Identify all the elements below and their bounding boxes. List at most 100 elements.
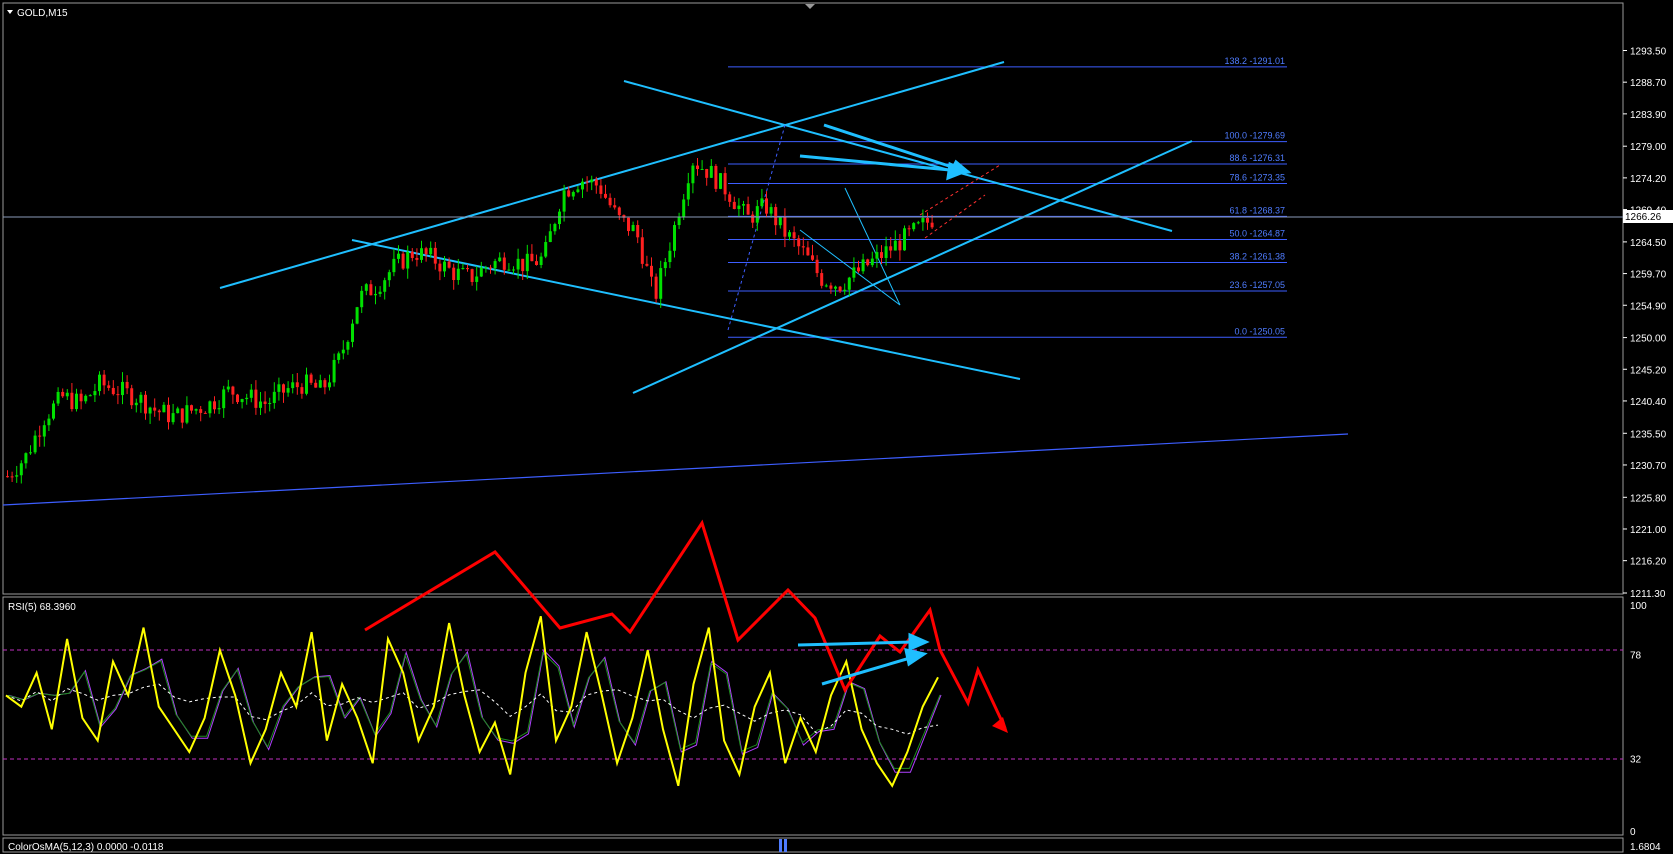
candle-body	[820, 273, 824, 286]
candle-body	[870, 258, 874, 266]
candle-body	[107, 385, 111, 388]
candle-body	[792, 232, 796, 239]
candle-body	[847, 277, 851, 290]
arrow-line	[797, 640, 913, 647]
candle-body	[617, 207, 621, 216]
candle-body	[930, 222, 934, 228]
candle-body	[696, 165, 699, 170]
price-tick-label: 1254.90	[1630, 301, 1667, 312]
candle-body	[295, 382, 299, 388]
candle-body	[277, 384, 281, 392]
candle-body	[406, 251, 410, 269]
fib-level-label: 0.0 -1250.05	[1234, 326, 1285, 336]
candle-body	[433, 247, 437, 264]
candle-body	[226, 386, 230, 390]
candle-body	[700, 169, 704, 171]
candle-body	[774, 207, 778, 226]
wedge-thin-lines	[727, 124, 901, 331]
fib-level-label: 38.2 -1261.38	[1229, 251, 1285, 261]
candle-body	[714, 165, 718, 189]
candle-body	[199, 409, 203, 413]
fibonacci-retracement: 138.2 -1291.01 100.0 -1279.69 88.6 -1276.3…	[728, 56, 1287, 338]
price-tick-label: 1279.00	[1630, 142, 1667, 153]
fib-level-label: 23.6 -1257.05	[1229, 280, 1285, 290]
candle-body	[254, 389, 258, 408]
candle-body	[801, 246, 805, 248]
candle-body	[438, 263, 442, 272]
gold-chart: GOLD,M15 RSI(5) 68.3960 ColorOsMA(5,12,3…	[2, 2, 1673, 853]
candle-body	[364, 284, 368, 291]
candle-body	[760, 198, 764, 207]
candle-body	[765, 198, 768, 214]
fib-level-label: 138.2 -1291.01	[1224, 56, 1285, 66]
candle-body	[415, 257, 419, 260]
candle-body	[125, 381, 129, 389]
candle-body	[93, 391, 97, 396]
candle-body	[502, 257, 506, 270]
scroll-marker-icon[interactable]	[805, 4, 815, 9]
candle-body	[705, 169, 709, 178]
candle-body	[208, 401, 212, 414]
candle-body	[144, 394, 147, 414]
candle-body	[139, 394, 143, 403]
price-tick-label: 1245.20	[1630, 365, 1667, 376]
candle-body	[314, 382, 318, 388]
candle-body	[581, 181, 584, 190]
candle-body	[769, 207, 773, 214]
candle-body	[318, 380, 322, 388]
rsi-panel-frame	[2, 596, 1624, 836]
candle-body	[401, 253, 405, 269]
rsi-level-label: 78	[1630, 651, 1642, 662]
candle-body	[286, 388, 290, 393]
candle-body	[236, 394, 239, 403]
candle-body	[203, 412, 207, 414]
candle-body	[249, 389, 253, 398]
candle-body	[19, 463, 23, 476]
candle-body	[387, 272, 391, 281]
wedge-connector	[727, 124, 786, 331]
candle-body	[475, 276, 479, 282]
candle-body	[889, 246, 893, 251]
price-tick-label: 1216.20	[1630, 557, 1667, 568]
arrow-head-icon	[904, 648, 928, 667]
candle-body	[162, 404, 166, 413]
candle-body	[728, 194, 732, 202]
rsi-level-label: 0	[1630, 827, 1636, 838]
price-tick-label: 1274.20	[1630, 174, 1667, 185]
candle-body	[383, 280, 387, 292]
price-axis: 1293.501288.701283.901279.001274.201269.…	[1623, 46, 1667, 600]
candle-body	[898, 240, 902, 251]
candle-body	[355, 307, 359, 324]
price-tick-label: 1240.40	[1630, 397, 1667, 408]
candle-body	[245, 397, 249, 400]
channel-lines	[219, 61, 1193, 394]
candle-body	[153, 407, 157, 411]
rsi-line	[5, 616, 939, 788]
rsi-level-label: 32	[1630, 755, 1642, 766]
price-tick-label: 1288.70	[1630, 78, 1667, 89]
osma-bar	[779, 839, 782, 852]
candle-body	[392, 258, 396, 273]
candle-body	[650, 265, 653, 277]
candle-body	[332, 359, 336, 383]
candle-body	[852, 267, 856, 278]
candle-body	[893, 240, 897, 251]
candle-body	[452, 267, 456, 281]
candle-body	[397, 253, 400, 259]
fib-level-label: 61.8 -1268.37	[1229, 205, 1285, 215]
candle-body	[719, 173, 722, 189]
candle-body	[535, 261, 538, 266]
candle-body	[222, 389, 226, 409]
candle-body	[116, 394, 120, 396]
candle-body	[640, 237, 644, 264]
candle-body	[751, 214, 755, 223]
chevron-down-icon[interactable]	[7, 10, 13, 14]
candle-body	[420, 248, 423, 260]
candle-body	[668, 250, 672, 263]
candle-body	[636, 225, 640, 238]
candle-body	[926, 218, 929, 223]
candle-body	[691, 165, 695, 184]
candle-body	[70, 392, 74, 410]
candle-body	[424, 248, 428, 255]
candle-body	[815, 259, 819, 274]
